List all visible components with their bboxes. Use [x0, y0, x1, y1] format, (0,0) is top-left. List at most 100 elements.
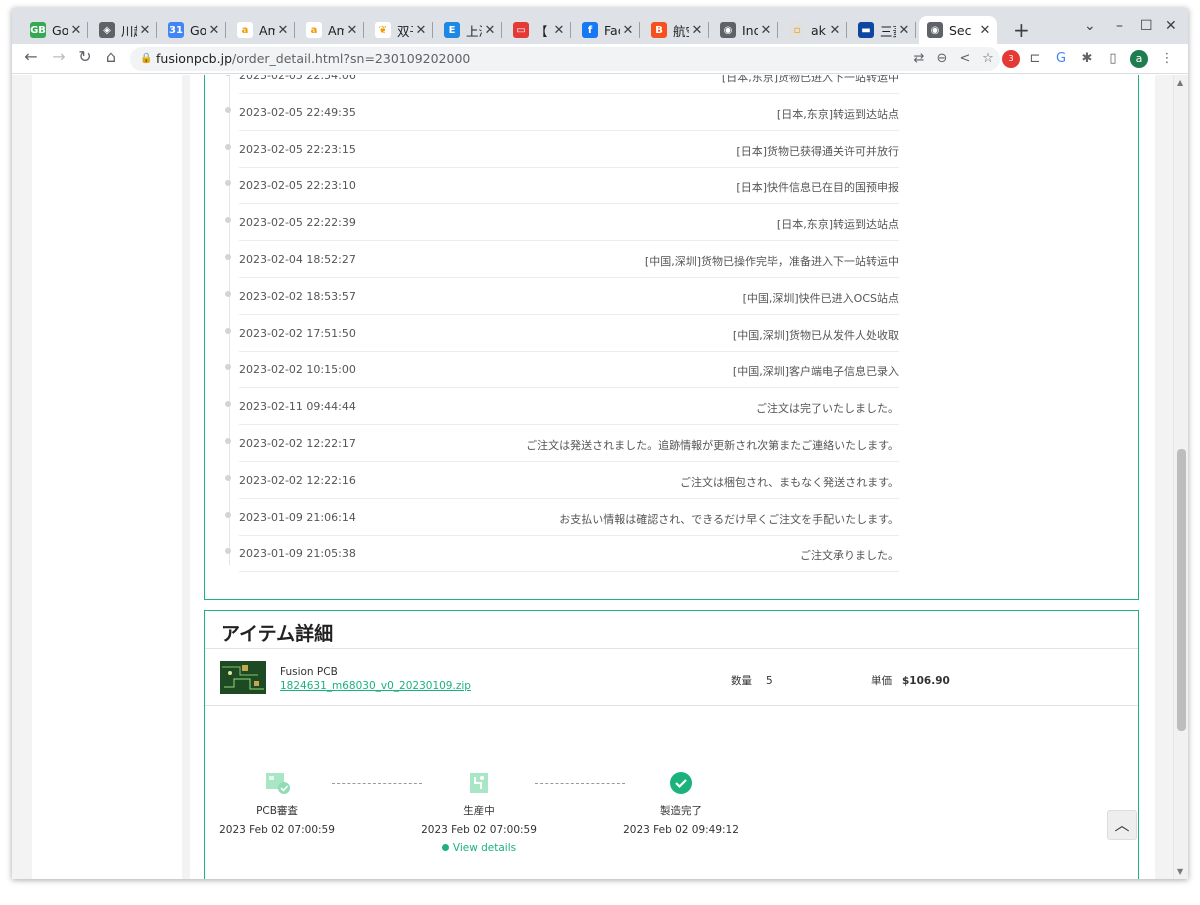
tab-favicon-icon: a [306, 22, 322, 38]
translate-icon[interactable]: ⇄ [910, 50, 928, 68]
tracking-row: 2023-02-05 22:22:39 [日本,东京]转运到达站点 [225, 204, 899, 242]
close-window-button[interactable]: ✕ [1165, 18, 1177, 34]
item-details-panel: アイテム詳細 Fusion PCB 1824631_m68030_v0_2023… [204, 610, 1139, 879]
address-bar[interactable]: 🔒 fusionpcb.jp/order_detail.html?sn=2301… [130, 47, 1000, 71]
reload-icon[interactable]: ↻ [74, 47, 96, 66]
timeline-dot-icon [225, 254, 231, 260]
tab-close-icon[interactable]: ✕ [344, 23, 360, 38]
tab-close-icon[interactable]: ✕ [551, 23, 567, 38]
gerber-file-link[interactable]: 1824631_m68030_v0_20230109.zip [280, 680, 471, 692]
browser-tab[interactable]: E 上海✕ [436, 16, 502, 44]
home-icon[interactable]: ⌂ [100, 47, 122, 66]
back-icon[interactable]: ← [20, 47, 42, 66]
tab-close-icon[interactable]: ✕ [896, 23, 912, 38]
tracking-message: ご注文は梱包され、まもなく発送されます。 [679, 475, 899, 489]
tab-close-icon[interactable]: ✕ [137, 23, 153, 38]
tracking-time: 2023-02-11 09:44:44 [239, 400, 356, 414]
tab-title: 航空 [673, 23, 689, 39]
tab-close-icon[interactable]: ✕ [827, 23, 843, 38]
tracking-message: [日本]快件信息已在目的国预申报 [736, 181, 899, 195]
side-panel-icon[interactable]: ▯ [1104, 50, 1122, 68]
tab-close-icon[interactable]: ✕ [758, 23, 774, 38]
tracking-message: ご注文承りました。 [800, 549, 899, 563]
scroll-down-arrow-icon[interactable]: ▼ [1177, 867, 1183, 876]
maximize-button[interactable]: ☐ [1140, 18, 1153, 34]
tab-favicon-icon: ▬ [858, 22, 874, 38]
check-circle-icon [669, 771, 693, 795]
browser-tab[interactable]: f Fac✕ [574, 16, 640, 44]
tab-title: 三菱 [880, 23, 896, 39]
scrollbar-thumb[interactable] [1177, 449, 1186, 731]
browser-tab[interactable]: ◉ Ind ✕ [712, 16, 778, 44]
tracking-message: [日本,东京]转运到达站点 [776, 218, 899, 232]
browser-tab[interactable]: ◉ Sec ✕ [919, 16, 997, 44]
browser-tab[interactable]: ▫ aki✕ [781, 16, 847, 44]
page-scrollbar[interactable]: ▲ ▼ [1173, 75, 1188, 879]
adblock-extension-icon[interactable]: 3 [1002, 50, 1020, 68]
pcb-thumbnail[interactable] [220, 661, 266, 694]
profile-avatar[interactable]: a [1130, 50, 1148, 68]
quantity: 数量 5 [731, 673, 773, 688]
tab-close-icon[interactable]: ✕ [482, 23, 498, 38]
timeline-dot-icon [225, 180, 231, 187]
scroll-up-arrow-icon[interactable]: ▲ [1177, 78, 1183, 87]
tab-favicon-icon: E [444, 22, 460, 38]
step-date: 2023 Feb 02 07:00:59 [219, 824, 335, 836]
timeline-dot-icon [225, 401, 231, 408]
timeline-dot-icon [225, 106, 231, 113]
tab-close-icon[interactable]: ✕ [206, 23, 222, 38]
tracking-row: 2023-02-05 22:23:10 [日本]快件信息已在目的国预申报 [225, 167, 899, 205]
browser-tab[interactable]: ◈ 川越✕ [91, 16, 157, 44]
zoom-icon[interactable]: ⊖ [933, 50, 951, 68]
tab-close-icon[interactable]: ✕ [620, 23, 636, 38]
browser-menu-icon[interactable]: ⋮ [1158, 50, 1176, 68]
tab-close-icon[interactable]: ✕ [689, 23, 705, 38]
bookmark-star-icon[interactable]: ☆ [979, 50, 997, 68]
browser-tab[interactable]: ▬ 三菱✕ [850, 16, 916, 44]
browser-tab[interactable]: ▭ 【✕ [505, 16, 571, 44]
tab-title: Ind [742, 22, 758, 38]
extension-icon[interactable]: ⊏ [1026, 50, 1044, 68]
tab-favicon-icon: ❦ [375, 22, 391, 38]
tab-favicon-icon: a [237, 22, 253, 38]
tracking-row: 2023-02-05 22:49:35 [日本,东京]转运到达站点 [225, 94, 899, 131]
tab-close-icon[interactable]: ✕ [977, 23, 993, 38]
tab-close-icon[interactable]: ✕ [68, 23, 84, 38]
tab-separator [432, 22, 433, 38]
tracking-message: [日本,东京]转运到达站点 [776, 107, 899, 121]
unit-price-value: $106.90 [902, 675, 950, 687]
quantity-label: 数量 [731, 675, 752, 687]
tab-search-icon[interactable]: ⌄ [1084, 18, 1096, 34]
address-path: /order_detail.html?sn=230109202000 [232, 51, 471, 66]
tracking-message: [中国,深圳]客户端电子信息已录入 [732, 365, 899, 379]
new-tab-button[interactable]: + [1013, 18, 1030, 42]
puzzle-extensions-icon[interactable]: ✱ [1078, 50, 1096, 68]
tab-close-icon[interactable]: ✕ [275, 23, 291, 38]
browser-tab[interactable]: 31 Goo✕ [160, 16, 226, 44]
tab-separator [639, 22, 640, 38]
tracking-time: 2023-02-02 12:22:16 [239, 473, 356, 487]
tab-title: 上海 [466, 23, 482, 39]
unit-price: 単価 $106.90 [871, 673, 950, 688]
tracking-time: 2023-02-02 12:22:17 [239, 437, 356, 450]
browser-toolbar: ← → ↻ ⌂ 🔒 fusionpcb.jp/order_detail.html… [12, 44, 1188, 74]
tracking-row: 2023-01-09 21:05:38 ご注文承りました。 [225, 535, 899, 573]
browser-tab[interactable]: a Am ✕ [229, 16, 295, 44]
view-details-link[interactable]: View details [409, 842, 549, 854]
tab-close-icon[interactable]: ✕ [413, 23, 429, 38]
step-date: 2023 Feb 02 09:49:12 [623, 824, 739, 836]
tracking-row: 2023-02-11 09:44:44 ご注文は完了いたしました。 [225, 388, 899, 426]
tab-separator [846, 22, 847, 38]
scroll-to-top-button[interactable]: ︿ [1107, 810, 1137, 840]
browser-tab[interactable]: B 航空✕ [643, 16, 709, 44]
browser-tab[interactable]: GB Goo✕ [22, 16, 88, 44]
minimize-button[interactable]: – [1116, 18, 1123, 34]
tab-title: Am [328, 22, 344, 38]
google-translate-icon[interactable]: G [1052, 50, 1070, 68]
share-icon[interactable]: < [956, 50, 974, 68]
tracking-row: 2023-02-02 12:22:16 ご注文は梱包され、まもなく発送されます。 [225, 462, 899, 499]
forward-icon[interactable]: → [48, 47, 70, 66]
tab-title: Sec [949, 22, 972, 38]
browser-tab[interactable]: a Am ✕ [298, 16, 364, 44]
browser-tab[interactable]: ❦ 双子✕ [367, 16, 433, 44]
